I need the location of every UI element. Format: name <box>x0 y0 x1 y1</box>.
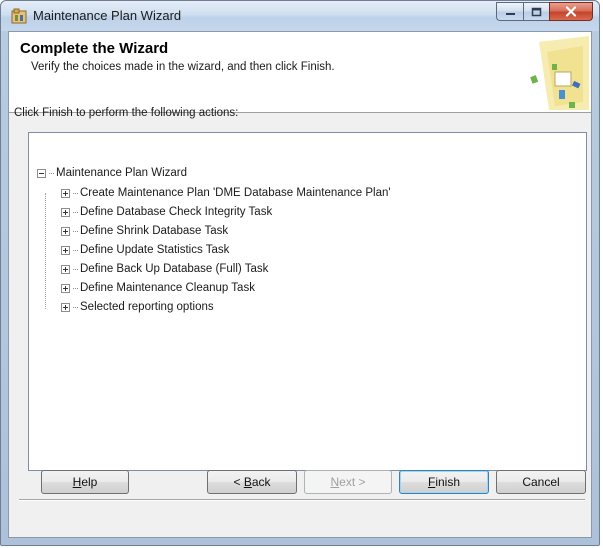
caption-buttons <box>496 2 593 21</box>
tree-connector <box>73 268 78 270</box>
tree-connector <box>73 192 78 194</box>
expand-icon[interactable] <box>61 188 70 198</box>
back-button[interactable]: < Back <box>207 470 297 494</box>
tree-item[interactable]: Define Shrink Database Task <box>61 223 228 239</box>
expand-icon[interactable] <box>61 245 70 255</box>
wizard-graphic-icon <box>530 36 589 110</box>
tree-connector <box>73 287 78 289</box>
tree-connector <box>73 306 78 308</box>
tree-connector <box>49 172 54 174</box>
close-button[interactable] <box>549 2 593 21</box>
close-icon <box>565 6 577 17</box>
window-title: Maintenance Plan Wizard <box>33 8 182 23</box>
expand-icon[interactable] <box>61 283 70 293</box>
tree-connector <box>73 230 78 232</box>
tree-item[interactable]: Define Database Check Integrity Task <box>61 204 272 220</box>
tree-item-label: Define Database Check Integrity Task <box>80 206 273 218</box>
maintenance-plan-wizard-window: Maintenance Plan Wizard Complete the Wiz… <box>0 0 600 546</box>
finish-button[interactable]: Finish <box>399 470 489 494</box>
page-subtitle: Verify the choices made in the wizard, a… <box>31 61 335 73</box>
tree-item-label: Define Update Statistics Task <box>80 244 230 256</box>
expand-icon[interactable] <box>61 302 70 312</box>
tree-item-label: Define Maintenance Cleanup Task <box>80 282 255 294</box>
tree-item-label: Define Back Up Database (Full) Task <box>80 263 269 275</box>
tree-item[interactable]: Define Back Up Database (Full) Task <box>61 261 268 277</box>
cancel-button[interactable]: Cancel <box>496 470 586 494</box>
minimize-button[interactable] <box>496 2 523 21</box>
tree-item-label: Selected reporting options <box>80 301 214 313</box>
next-button[interactable]: Next > <box>304 470 392 494</box>
maximize-button[interactable] <box>523 2 549 21</box>
collapse-icon[interactable] <box>37 168 46 178</box>
tree-connector <box>73 249 78 251</box>
button-bar-separator <box>19 499 585 501</box>
maximize-icon <box>531 7 542 16</box>
app-icon <box>11 8 27 24</box>
tree-item-label: Define Shrink Database Task <box>80 225 229 237</box>
actions-prompt: Click Finish to perform the following ac… <box>14 107 239 119</box>
expand-icon[interactable] <box>61 226 70 236</box>
expand-icon[interactable] <box>61 264 70 274</box>
button-bar <box>1 499 599 545</box>
expand-icon[interactable] <box>61 207 70 217</box>
tree-item[interactable]: Define Update Statistics Task <box>61 242 229 258</box>
wizard-header: Complete the Wizard Verify the choices m… <box>9 32 591 113</box>
tree-root-node[interactable]: Maintenance Plan Wizard <box>37 165 187 181</box>
tree-item[interactable]: Define Maintenance Cleanup Task <box>61 280 255 296</box>
tree-connector <box>73 211 78 213</box>
tree-item[interactable]: Create Maintenance Plan 'DME Database Ma… <box>61 185 391 201</box>
title-bar[interactable]: Maintenance Plan Wizard <box>1 1 599 31</box>
tree-item-label: Create Maintenance Plan 'DME Database Ma… <box>80 187 391 199</box>
minimize-icon <box>505 12 515 15</box>
tree-guide-line <box>45 193 46 309</box>
page-title: Complete the Wizard <box>20 40 169 57</box>
tree-item[interactable]: Selected reporting options <box>61 299 214 315</box>
help-button[interactable]: Help <box>41 470 129 494</box>
tree-root-label: Maintenance Plan Wizard <box>56 167 188 179</box>
